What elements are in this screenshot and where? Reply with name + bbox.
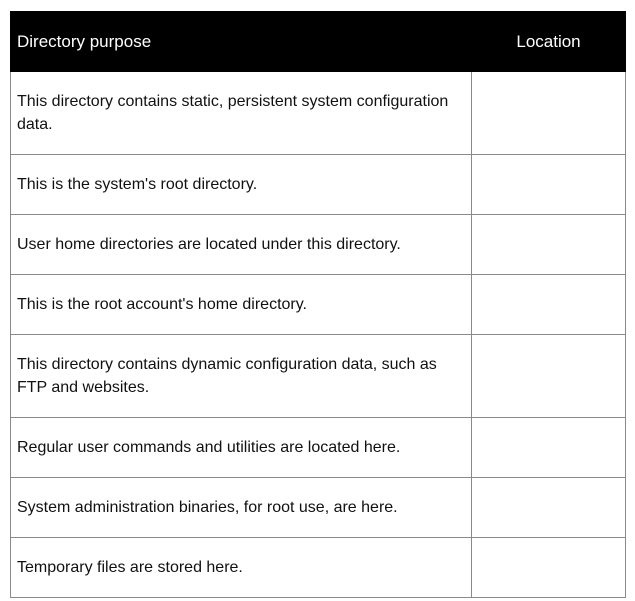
table-row: This is the system's root directory. [10, 154, 626, 215]
location-cell[interactable] [471, 537, 626, 598]
purpose-cell: This is the root account's home director… [10, 274, 472, 335]
purpose-cell: User home directories are located under … [10, 214, 472, 275]
location-cell[interactable] [471, 214, 626, 275]
location-header: Location [471, 11, 626, 72]
purpose-cell: Temporary files are stored here. [10, 537, 472, 598]
table-header: Directory purpose Location [10, 11, 626, 72]
directory-purpose-header: Directory purpose [10, 11, 472, 72]
table-body: This directory contains static, persiste… [10, 71, 626, 598]
location-cell[interactable] [471, 334, 626, 418]
purpose-cell: This is the system's root directory. [10, 154, 472, 215]
table-row: This is the root account's home director… [10, 274, 626, 335]
table-row: This directory contains dynamic configur… [10, 334, 626, 418]
location-cell[interactable] [471, 477, 626, 538]
header-row: Directory purpose Location [10, 11, 626, 72]
purpose-cell: This directory contains dynamic configur… [10, 334, 472, 418]
purpose-cell: Regular user commands and utilities are … [10, 417, 472, 478]
location-cell[interactable] [471, 71, 626, 155]
purpose-cell: System administration binaries, for root… [10, 477, 472, 538]
location-cell[interactable] [471, 274, 626, 335]
table-row: System administration binaries, for root… [10, 477, 626, 538]
purpose-cell: This directory contains static, persiste… [10, 71, 472, 155]
directory-purpose-table: Directory purpose Location This director… [10, 11, 626, 598]
location-cell[interactable] [471, 154, 626, 215]
table-row: This directory contains static, persiste… [10, 71, 626, 155]
location-cell[interactable] [471, 417, 626, 478]
table-row: User home directories are located under … [10, 214, 626, 275]
table-row: Temporary files are stored here. [10, 537, 626, 598]
table-row: Regular user commands and utilities are … [10, 417, 626, 478]
